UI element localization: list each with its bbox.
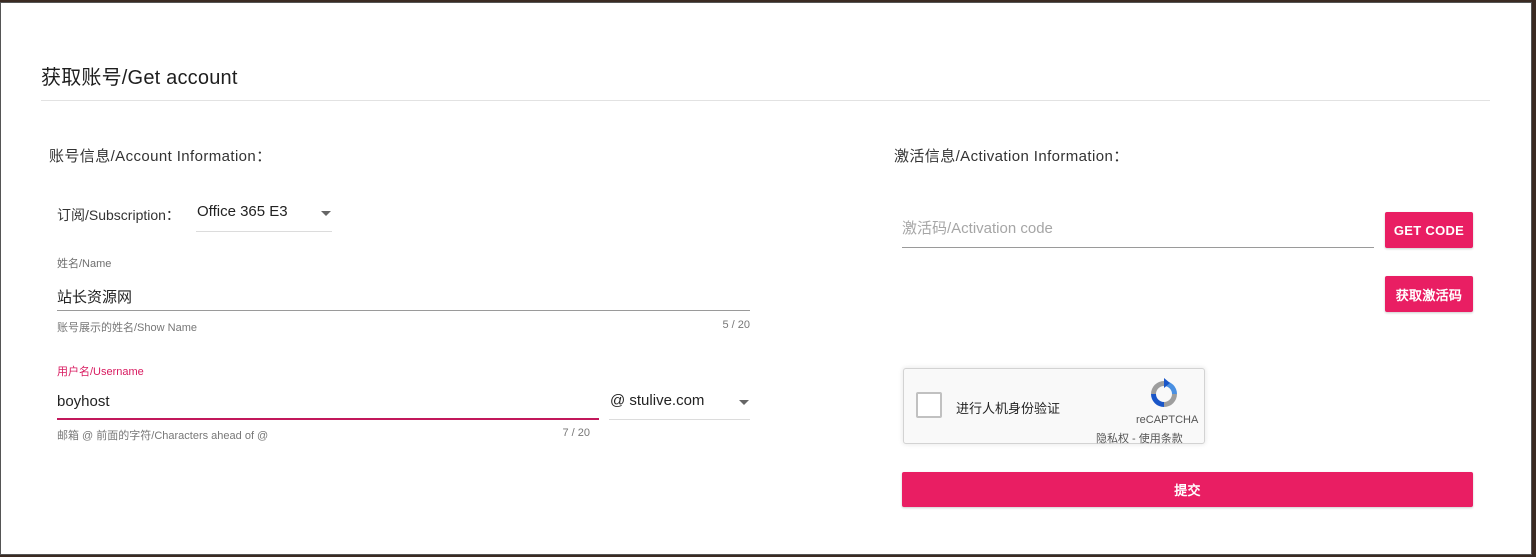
chevron-down-icon	[321, 211, 331, 216]
subscription-value: Office 365 E3	[197, 203, 288, 220]
get-code-button[interactable]: GET CODE	[1385, 212, 1473, 248]
domain-select[interactable]: @ stulive.com	[609, 392, 750, 420]
chevron-down-icon	[739, 400, 749, 405]
account-info-heading: 账号信息/Account Information：	[49, 148, 272, 165]
recaptcha-label: 进行人机身份验证	[956, 401, 1061, 416]
username-label: 用户名/Username	[57, 366, 144, 378]
submit-button[interactable]: 提交	[902, 472, 1473, 507]
recaptcha-links[interactable]: 隐私权 - 使用条款	[1096, 430, 1183, 446]
name-hint: 账号展示的姓名/Show Name	[57, 322, 197, 334]
get-activation-code-button[interactable]: 获取激活码	[1385, 276, 1473, 312]
username-counter: 7 / 20	[562, 427, 590, 439]
domain-value: @ stulive.com	[610, 392, 705, 409]
get-account-dialog: 获取账号/Get account 账号信息/Account Informatio…	[0, 2, 1532, 555]
subscription-select[interactable]: Office 365 E3	[196, 203, 332, 232]
subscription-label: 订阅/Subscription：	[57, 207, 180, 223]
recaptcha-checkbox[interactable]	[916, 392, 942, 418]
username-hint: 邮箱 @ 前面的字符/Characters ahead of @	[57, 430, 269, 442]
recaptcha-widget: 进行人机身份验证 reCAPTCHA 隐私权 - 使用条款	[903, 368, 1205, 446]
name-counter: 5 / 20	[722, 319, 750, 331]
activation-code-input[interactable]: 激活码/Activation code	[902, 217, 1053, 238]
activation-code-underline	[902, 247, 1374, 248]
recaptcha-brand: reCAPTCHA	[1136, 414, 1199, 426]
name-input[interactable]: 站长资源网	[57, 286, 132, 307]
recaptcha-logo-icon	[1151, 378, 1177, 407]
name-label: 姓名/Name	[57, 258, 112, 270]
activation-info-heading: 激活信息/Activation Information：	[894, 148, 1129, 165]
title-divider	[41, 100, 1490, 101]
dialog-title: 获取账号/Get account	[41, 67, 238, 89]
username-input[interactable]: boyhost	[57, 393, 110, 410]
name-underline	[57, 310, 750, 311]
username-underline	[57, 418, 599, 420]
